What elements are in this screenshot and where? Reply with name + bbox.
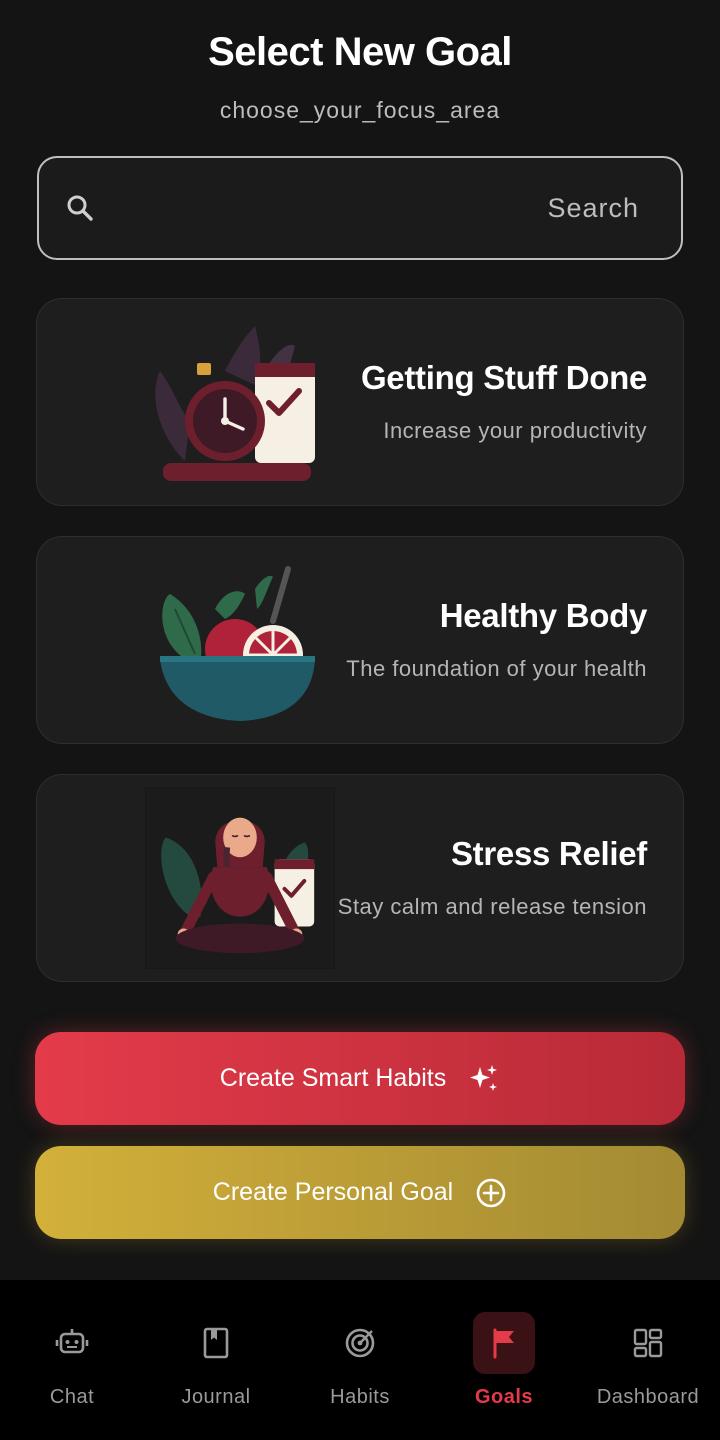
nav-label: Goals — [474, 1386, 534, 1408]
plus-circle-icon — [476, 1178, 506, 1207]
goal-description: Increase your productivity — [383, 417, 647, 443]
target-icon — [345, 1328, 375, 1358]
create-personal-goal-button[interactable]: Create Personal Goal — [35, 1146, 685, 1239]
fruit-bowl-illustration — [160, 566, 315, 721]
page-title: Select New Goal — [208, 30, 512, 74]
page-header: Select New Goal choose_your_focus_area — [0, 30, 720, 124]
nav-item-journal[interactable]: Journal — [144, 1280, 288, 1440]
create-smart-habits-label: Create Smart Habits — [219, 1064, 447, 1092]
search-box[interactable] — [37, 156, 683, 260]
create-smart-habits-button[interactable]: Create Smart Habits — [35, 1032, 685, 1125]
goal-description: The foundation of your health — [346, 655, 647, 681]
nav-item-dashboard[interactable]: Dashboard — [576, 1280, 720, 1440]
goal-card-getting-stuff-done[interactable]: Getting Stuff Done Increase your product… — [36, 298, 684, 506]
nav-item-goals[interactable]: Goals — [432, 1280, 576, 1440]
robot-icon — [55, 1329, 89, 1354]
page-subtitle: choose_your_focus_area — [219, 97, 501, 123]
flag-icon — [493, 1328, 514, 1359]
goal-description: Stay calm and release tension — [337, 893, 647, 919]
goal-title: Healthy Body — [439, 596, 648, 634]
goal-card-stress-relief[interactable]: Stress Relief Stay calm and release tens… — [36, 774, 684, 982]
meditation-illustration — [145, 787, 335, 969]
nav-item-chat[interactable]: Chat — [0, 1280, 144, 1440]
nav-label: Chat — [49, 1386, 95, 1408]
goal-title: Stress Relief — [450, 834, 647, 872]
nav-label: Dashboard — [596, 1386, 700, 1408]
nav-label: Habits — [330, 1386, 390, 1408]
nav-label: Journal — [181, 1386, 251, 1408]
search-icon — [67, 195, 93, 221]
sparkle-icon — [470, 1064, 498, 1091]
book-icon — [203, 1327, 229, 1359]
goal-card-healthy-body[interactable]: Healthy Body The foundation of your heal… — [36, 536, 684, 744]
goal-title: Getting Stuff Done — [360, 358, 647, 396]
nav-item-habits[interactable]: Habits — [288, 1280, 432, 1440]
search-input[interactable] — [95, 192, 639, 224]
bottom-navigation: Chat Journal Habits Goals Dashboard — [0, 1280, 720, 1440]
create-personal-goal-label: Create Personal Goal — [212, 1178, 454, 1206]
dashboard-icon — [633, 1328, 663, 1358]
stopwatch-checklist-illustration — [155, 326, 315, 481]
